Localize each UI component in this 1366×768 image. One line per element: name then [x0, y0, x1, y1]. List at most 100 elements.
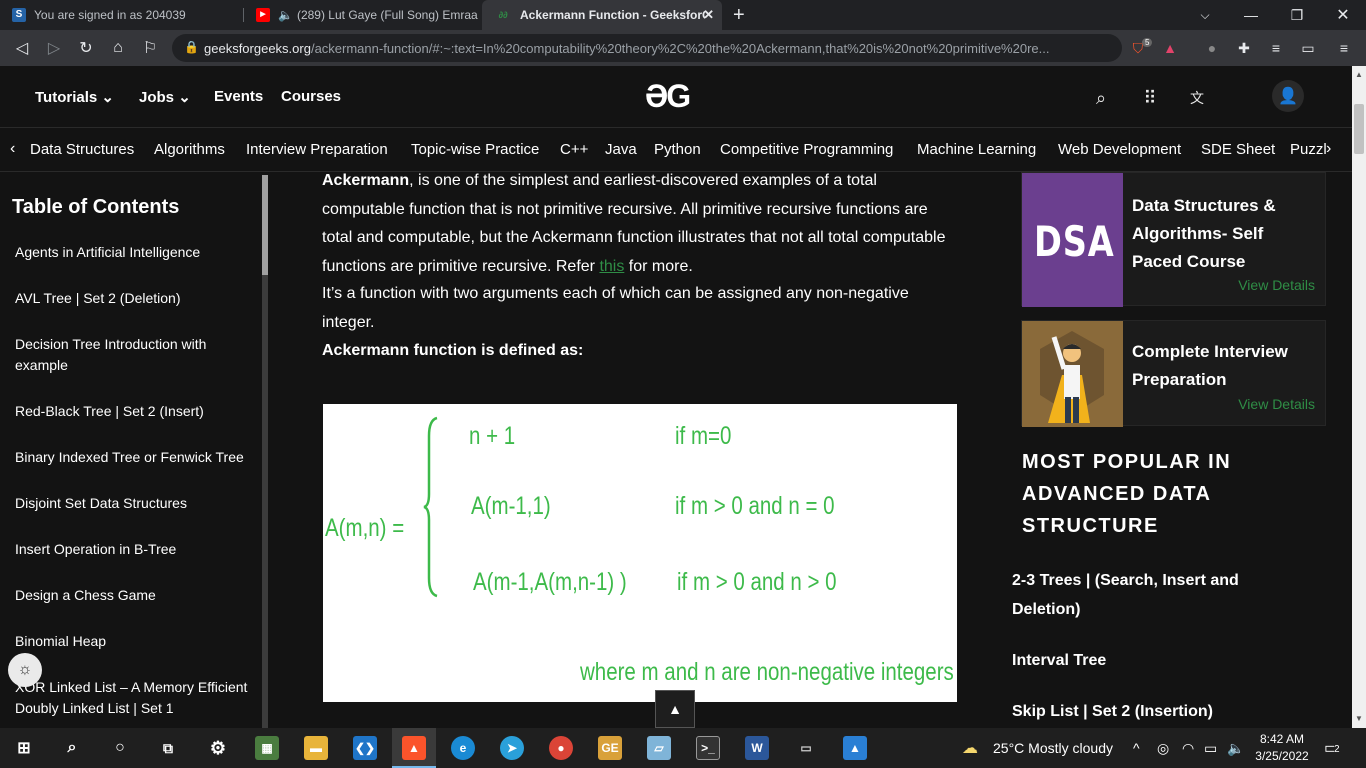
new-tab-button[interactable]: + [733, 5, 745, 25]
restore-icon[interactable]: ❐ [1274, 0, 1320, 30]
chrome-icon[interactable]: ● [549, 736, 573, 760]
category-link[interactable]: Machine Learning [917, 141, 1036, 158]
vscode-icon[interactable]: ❮❯ [353, 736, 377, 760]
category-link[interactable]: C++ [560, 141, 588, 158]
settings-gear-icon[interactable]: ⚙ [206, 736, 230, 760]
volume-icon[interactable]: 🔈 [1227, 740, 1244, 757]
word-icon[interactable]: W [745, 736, 769, 760]
weather-text[interactable]: 25°C Mostly cloudy [993, 740, 1113, 756]
popular-article-link[interactable]: 2-3 Trees | (Search, Insert and Deletion… [1012, 567, 1262, 624]
terminal-icon[interactable]: >_ [696, 736, 720, 760]
drive-icon[interactable]: ▭ [794, 736, 818, 760]
chevron-left-icon[interactable]: ‹ [10, 140, 15, 158]
brave-browser-icon[interactable]: ▲ [402, 736, 426, 760]
notes-icon[interactable]: ▱ [647, 736, 671, 760]
course-card-dsa[interactable]: DSA Data Structures & Algorithms- Self P… [1021, 172, 1326, 307]
gallery-icon[interactable]: GE [598, 736, 622, 760]
file-explorer-icon[interactable]: ▬ [304, 736, 328, 760]
close-window-icon[interactable]: ✕ [1320, 0, 1366, 30]
task-view-icon[interactable]: ⧉ [156, 736, 180, 760]
tab-search-icon[interactable]: ⌵ [1182, 0, 1228, 30]
brave-rewards-icon[interactable]: ▲ [1160, 38, 1180, 58]
minimize-icon[interactable]: — [1228, 0, 1274, 30]
puzzle-icon[interactable]: ✚ [1234, 38, 1254, 58]
gfg-logo[interactable]: ƏG [645, 78, 691, 115]
toc-item[interactable]: Agents in Artificial Intelligence [15, 242, 250, 263]
dsa-course-image: DSA [1022, 173, 1123, 307]
apps-grid-icon[interactable]: ⠿ [1138, 86, 1162, 110]
browser-tab[interactable]: ▶ 🔈 (289) Lut Gaye (Full Song) Emraan [244, 0, 478, 30]
telegram-icon[interactable]: ➤ [500, 736, 524, 760]
calculator-icon[interactable]: ▦ [255, 736, 279, 760]
ackermann-definition-image: A(m,n) = n + 1 if m=0 A(m-1,1) if m > 0 … [323, 404, 957, 702]
page-scrollbar-thumb[interactable] [1354, 104, 1364, 154]
nav-events[interactable]: Events [214, 88, 263, 105]
category-link[interactable]: Algorithms [154, 141, 225, 158]
view-details-link[interactable]: View Details [1238, 277, 1315, 293]
scroll-to-top-button[interactable]: ▲ [655, 690, 695, 728]
category-link[interactable]: Puzzle [1290, 141, 1330, 158]
category-link[interactable]: Python [654, 141, 701, 158]
toc-item[interactable]: Binary Indexed Tree or Fenwick Tree [15, 447, 250, 468]
course-card-interview[interactable]: Complete Interview Preparation View Deta… [1021, 320, 1326, 427]
this-link[interactable]: this [599, 258, 624, 275]
category-link[interactable]: SDE Sheet [1201, 141, 1275, 158]
toc-scrollbar-thumb[interactable] [262, 175, 268, 275]
popular-article-link[interactable]: Skip List | Set 2 (Insertion) [1012, 698, 1332, 727]
extension-icon[interactable]: ● [1202, 38, 1222, 58]
battery-icon[interactable]: ▭ [1204, 740, 1217, 757]
playlist-icon[interactable]: ≡ [1266, 38, 1286, 58]
bookmark-icon[interactable]: ⚐ [138, 36, 162, 60]
scroll-down-icon[interactable]: ▼ [1355, 714, 1363, 723]
cortana-icon[interactable]: ○ [108, 736, 132, 760]
speaker-icon[interactable]: 🔈 [278, 8, 293, 22]
wifi-icon[interactable]: ◠ [1182, 740, 1194, 757]
browser-tab[interactable]: S You are signed in as 204039 [0, 0, 242, 30]
theme-toggle-icon[interactable]: ☼ [8, 653, 42, 687]
wallet-icon[interactable]: ▭ [1298, 38, 1318, 58]
edge-icon[interactable]: e [451, 736, 475, 760]
category-link[interactable]: Data Structures [30, 141, 134, 158]
meet-now-icon[interactable]: ◎ [1157, 740, 1169, 757]
chevron-right-icon[interactable]: › [1326, 140, 1346, 158]
toc-item[interactable]: Disjoint Set Data Structures [15, 493, 250, 514]
tray-chevron-icon[interactable]: ^ [1133, 740, 1140, 756]
toc-item[interactable]: Red-Black Tree | Set 2 (Insert) [15, 401, 250, 422]
category-link[interactable]: Topic-wise Practice [411, 141, 539, 158]
nav-tutorials[interactable]: Tutorials ⌄ [35, 88, 114, 106]
back-icon[interactable]: ◁ [10, 36, 34, 60]
popular-article-link[interactable]: Interval Tree [1012, 647, 1332, 676]
toc-item[interactable]: XOR Linked List – A Memory Efficient Dou… [15, 677, 250, 719]
browser-tab-active[interactable]: ∂∂ Ackermann Function - GeeksforGe ✕ [482, 0, 722, 30]
home-icon[interactable]: ⌂ [106, 36, 130, 60]
toc-item[interactable]: AVL Tree | Set 2 (Deletion) [15, 288, 250, 309]
reload-icon[interactable]: ↻ [74, 36, 98, 60]
forward-icon[interactable]: ▷ [42, 36, 66, 60]
category-link[interactable]: Java [605, 141, 637, 158]
page-scrollbar[interactable]: ▲ ▼ [1352, 66, 1366, 728]
user-avatar-icon[interactable]: 👤 [1272, 80, 1304, 112]
lock-icon[interactable]: 🔒 [184, 40, 199, 54]
search-icon[interactable]: ⌕ [1089, 86, 1113, 110]
toc-item[interactable]: Insert Operation in B-Tree [15, 539, 250, 560]
search-icon[interactable]: ⌕ [60, 736, 84, 760]
view-details-link[interactable]: View Details [1238, 396, 1315, 412]
category-link[interactable]: Interview Preparation [246, 141, 388, 158]
menu-icon[interactable]: ≡ [1334, 38, 1354, 58]
toc-item[interactable]: Design a Chess Game [15, 585, 250, 606]
nav-jobs[interactable]: Jobs ⌄ [139, 88, 191, 106]
nav-courses[interactable]: Courses [281, 88, 341, 105]
category-link[interactable]: Competitive Programming [720, 141, 893, 158]
scroll-up-icon[interactable]: ▲ [1355, 70, 1363, 79]
category-link[interactable]: Web Development [1058, 141, 1181, 158]
translate-icon[interactable]: 文 [1185, 86, 1209, 110]
close-tab-icon[interactable]: ✕ [703, 7, 714, 23]
toc-item[interactable]: Binomial Heap [15, 631, 250, 652]
weather-cloud-icon[interactable]: ☁ [962, 738, 978, 758]
url-bar[interactable]: 🔒 geeksforgeeks.org/ackermann-function/#… [172, 34, 1122, 62]
clock-time: 8:42 AM [1259, 732, 1305, 746]
clock[interactable]: 8:42 AM 3/25/2022 [1254, 731, 1310, 765]
photos-icon[interactable]: ▲ [843, 736, 867, 760]
windows-start-icon[interactable]: ⊞ [12, 736, 36, 760]
toc-item[interactable]: Decision Tree Introduction with example [15, 334, 225, 376]
